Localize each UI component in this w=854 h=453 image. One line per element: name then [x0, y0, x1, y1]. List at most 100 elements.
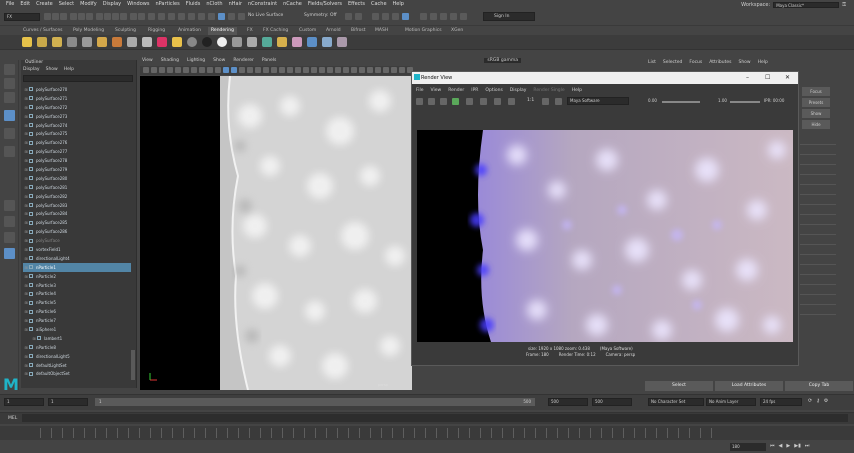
render-view-titlebar[interactable] — [412, 72, 798, 84]
viewport-tool-icon[interactable] — [239, 67, 245, 73]
shelf-tool-icon[interactable] — [337, 37, 347, 47]
outliner-item[interactable]: ⊞ polySurface270 — [23, 85, 131, 94]
shelf-tool-icon[interactable] — [232, 37, 242, 47]
gamma-field[interactable]: 1.00 — [718, 98, 727, 103]
status-tool-icon[interactable] — [112, 13, 119, 20]
shelf-tab-mash[interactable]: MASH — [372, 27, 391, 35]
menu-nhair[interactable]: nHair — [229, 1, 242, 7]
menuset-select[interactable]: FX — [4, 13, 40, 21]
outliner-search-input[interactable] — [23, 75, 133, 82]
render-tool-icon[interactable] — [452, 98, 459, 105]
select-button[interactable]: Select — [645, 381, 713, 391]
viewport-tool-icon[interactable] — [151, 67, 157, 73]
viewport-tool-icon[interactable] — [391, 67, 397, 73]
menu-ncache[interactable]: nCache — [283, 1, 302, 7]
status-tool-icon[interactable] — [158, 13, 165, 20]
status-tool-icon[interactable] — [104, 13, 111, 20]
render-menu-render[interactable]: Render — [448, 88, 464, 93]
viewport-tool-icon[interactable] — [327, 67, 333, 73]
range-start-field[interactable]: 1 — [4, 398, 44, 406]
status-tool-icon[interactable] — [44, 13, 51, 20]
status-tool-icon[interactable] — [96, 13, 103, 20]
status-tool-icon[interactable] — [208, 13, 215, 20]
status-tool-icon[interactable] — [198, 13, 205, 20]
command-language-label[interactable]: MEL — [8, 416, 17, 421]
shelf-tool-icon[interactable] — [127, 37, 137, 47]
menu-cache[interactable]: Cache — [371, 1, 387, 7]
status-tool-icon[interactable] — [52, 13, 59, 20]
current-frame-field[interactable]: 180 — [730, 443, 766, 451]
viewport-tool-icon[interactable] — [303, 67, 309, 73]
attr-presets-button[interactable]: Presets — [802, 98, 830, 107]
outliner-item[interactable]: ⊞ polySurface273 — [23, 112, 131, 121]
outliner-scrollbar[interactable] — [131, 350, 135, 380]
play-icon[interactable]: ▶ — [786, 443, 790, 449]
playback-start-field[interactable]: 1 — [48, 398, 88, 406]
shelf-tab-fxcaching[interactable]: FX Caching — [260, 27, 291, 35]
shelf-tool-icon[interactable] — [322, 37, 332, 47]
go-start-icon[interactable]: ⏮ — [770, 443, 775, 449]
status-tool-icon[interactable] — [60, 13, 67, 20]
outliner-item[interactable]: ⊞ nParticle2 — [23, 272, 131, 281]
shelf-tool-icon[interactable] — [97, 37, 107, 47]
viewport-tool-icon[interactable] — [367, 67, 373, 73]
select-tool-icon[interactable] — [4, 64, 15, 75]
menu-fieldssolvers[interactable]: Fields/Solvers — [308, 1, 342, 7]
status-tool-icon[interactable] — [382, 13, 389, 20]
viewport-tool-icon[interactable] — [255, 67, 261, 73]
outliner-item[interactable]: ⊞ nParticle1 — [23, 262, 131, 272]
outliner-item[interactable]: ⊞ polySurface284 — [23, 209, 131, 218]
status-tool-icon[interactable] — [402, 13, 409, 20]
shelf-tool-icon[interactable] — [142, 37, 152, 47]
viewport-tool-icon[interactable] — [335, 67, 341, 73]
viewport-tool-icon[interactable] — [207, 67, 213, 73]
outliner-item[interactable]: ⊞ nParticle5 — [23, 298, 131, 307]
status-tool-icon[interactable] — [130, 13, 137, 20]
outliner-item[interactable]: ⊞ defaultLightSet — [23, 361, 131, 370]
shelf-tool-icon[interactable] — [307, 37, 317, 47]
status-tool-icon[interactable] — [430, 13, 437, 20]
menu-create[interactable]: Create — [36, 1, 53, 7]
outliner-menu-show[interactable]: Show — [46, 67, 58, 72]
render-menu-help[interactable]: Help — [572, 88, 582, 93]
shelf-tab-fx[interactable]: FX — [244, 27, 256, 35]
viewport-tool-icon[interactable] — [143, 67, 149, 73]
shelf-tab-xgen[interactable]: XGen — [448, 27, 466, 35]
fps-select[interactable]: 24 fps — [760, 398, 802, 406]
viewport-tool-icon[interactable] — [231, 67, 237, 73]
step-back-icon[interactable]: ◀ — [779, 443, 783, 449]
shelf-tab-motiongraphics[interactable]: Motion Graphics — [402, 27, 445, 35]
status-tool-icon[interactable] — [345, 13, 352, 20]
load-attributes-button[interactable]: Load Attributes — [715, 381, 783, 391]
attr-menu-attributes[interactable]: Attributes — [709, 60, 731, 65]
settings-icon[interactable]: ⚙ — [824, 398, 828, 404]
symmetry-label[interactable]: Symmetry: Off — [304, 13, 337, 18]
range-end-field[interactable]: 500 — [592, 398, 632, 406]
status-tool-icon[interactable] — [78, 13, 85, 20]
shelf-tool-icon[interactable] — [172, 37, 182, 47]
outliner-item[interactable]: ⊞ polySurface271 — [23, 94, 131, 103]
render-menu-view[interactable]: View — [431, 88, 442, 93]
exposure-slider[interactable] — [662, 101, 700, 103]
step-forward-icon[interactable]: ▶▮ — [794, 443, 801, 449]
scale-tool-icon[interactable] — [4, 146, 15, 157]
shelf-tab-curvessurfaces[interactable]: Curves / Surfaces — [20, 27, 66, 35]
shelf-tab-custom[interactable]: Custom — [296, 27, 319, 35]
character-set-select[interactable]: No Character Set — [648, 398, 704, 406]
attr-menu-show[interactable]: Show — [738, 60, 750, 65]
lock-icon[interactable]: ⚿ — [842, 2, 846, 8]
attr-menu-selected[interactable]: Selected — [663, 60, 683, 65]
attr-menu-focus[interactable]: Focus — [689, 60, 702, 65]
render-menu-display[interactable]: Display — [510, 88, 527, 93]
menu-file[interactable]: File — [6, 1, 14, 7]
status-tool-icon[interactable] — [138, 13, 145, 20]
copy-tab-button[interactable]: Copy Tab — [785, 381, 853, 391]
layout-four-icon[interactable] — [4, 216, 15, 227]
shelf-tool-icon[interactable] — [67, 37, 77, 47]
viewport-tool-icon[interactable] — [199, 67, 205, 73]
menu-select[interactable]: Select — [59, 1, 74, 7]
outliner-item[interactable]: ⊞ polySurface278 — [23, 156, 131, 165]
exposure-field[interactable]: 0.00 — [648, 98, 657, 103]
outliner-item[interactable]: ⊞ polySurface272 — [23, 103, 131, 112]
outliner-menu-display[interactable]: Display — [23, 67, 40, 72]
